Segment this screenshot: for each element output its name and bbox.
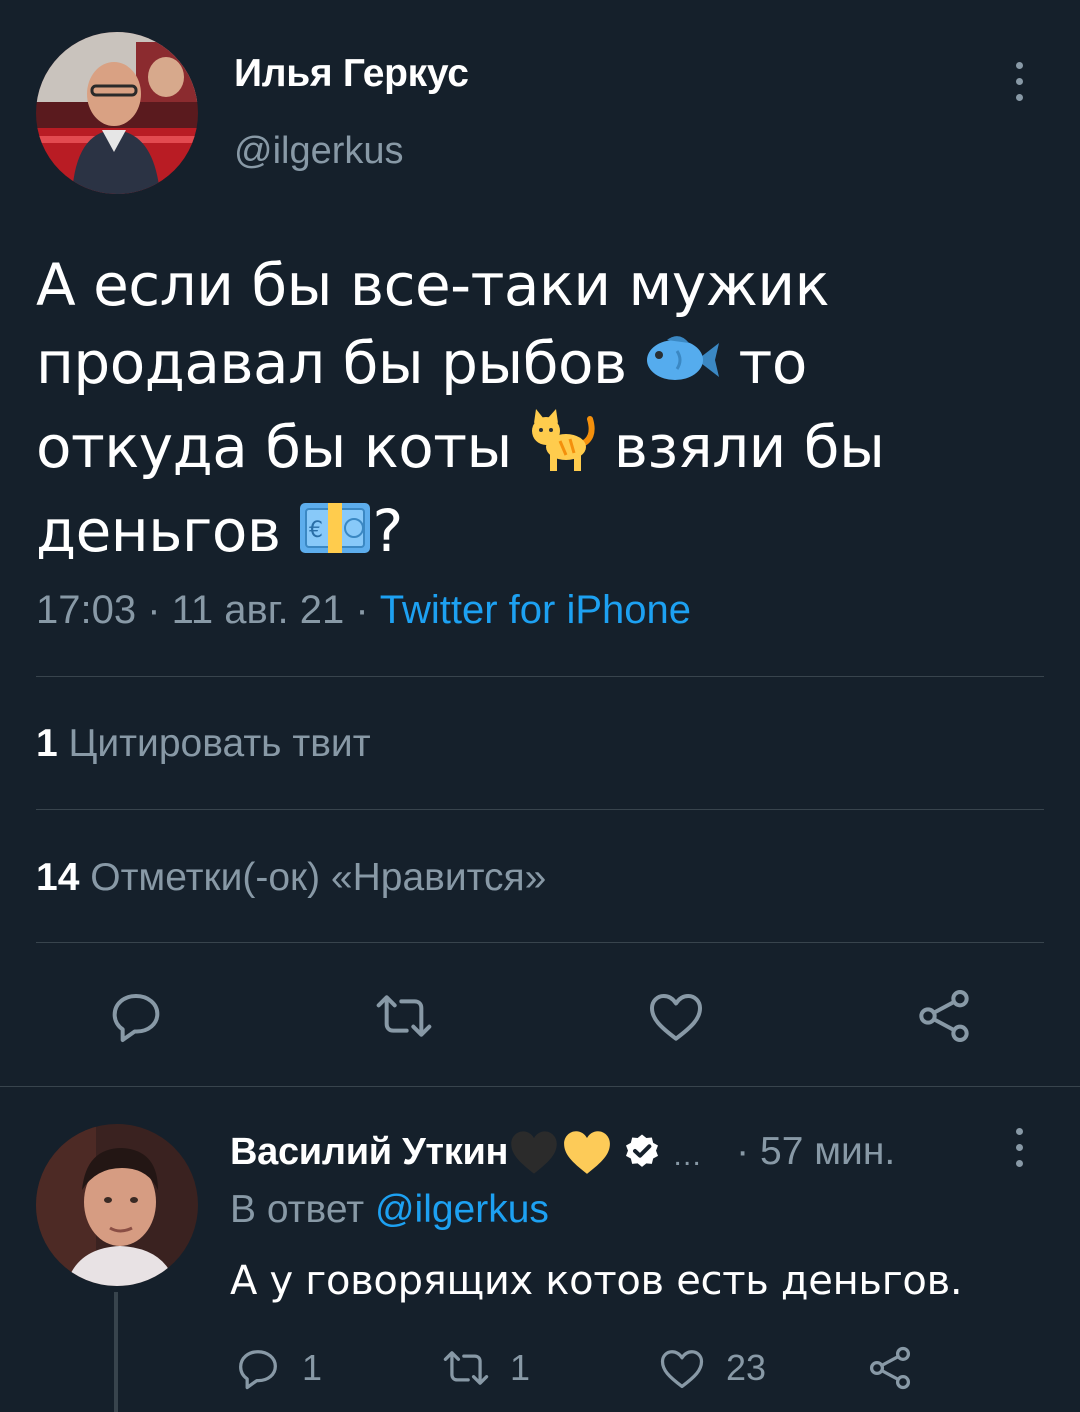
reply-icon [239,1350,277,1390]
more-options-icon[interactable] [1006,58,1034,106]
like-icon[interactable] [644,984,708,1048]
reply-share-button[interactable] [864,1340,934,1396]
reply-icon[interactable] [104,984,168,1048]
tweet-date: 11 авг. 21 [171,588,345,632]
divider [36,942,1044,943]
section-separator [0,1086,1080,1087]
like-count: 14 [36,856,80,899]
likes-stat[interactable]: 14 Отметки(-ок) «Нравится» [36,856,546,900]
tweet-text-line: деньгов € ? [36,492,1046,576]
author-name[interactable]: Илья Геркус [234,52,469,96]
tweet-text-line: А если бы все-таки мужик [36,251,830,319]
tweet-meta: 17:03 · 11 авг. 21 · Twitter for iPhone [36,588,691,633]
reply-header: Василий Уткин … · 57 мин. [230,1126,895,1178]
reply-author-name[interactable]: Василий Уткин [230,1131,508,1174]
tweet-text-line: продавал бы рыбов то [36,324,1046,408]
author-avatar[interactable] [36,32,198,194]
meta-separator: · [136,588,172,632]
reply-retweet-count: 1 [510,1347,531,1388]
reply-author-avatar[interactable] [36,1124,198,1286]
tweet-text-line: откуда бы коты взяли бы [36,408,1046,492]
svg-text:€: € [309,518,323,543]
like-icon [660,1350,704,1389]
reply-time: · 57 мин. [736,1130,896,1173]
author-handle[interactable]: @ilgerkus [234,130,404,173]
reply-to-mention-link[interactable]: @ilgerkus [375,1188,549,1231]
reply-text: А у говорящих котов есть деньгов. [230,1258,963,1304]
tweet-text: А если бы все-таки мужик продавал бы рыб… [36,246,1046,576]
yellow-heart-emoji [560,1128,614,1176]
reply-reply-count: 1 [302,1347,323,1388]
reply-retweet-button[interactable]: 1 [440,1340,530,1396]
tweet-time: 17:03 [36,588,137,632]
name-truncation: … [672,1139,703,1172]
share-icon [869,1346,911,1390]
verified-icon [622,1132,662,1172]
black-heart-emoji [508,1128,560,1176]
retweet-icon [443,1351,489,1385]
quote-tweets-stat[interactable]: 1 Цитировать твит [36,722,371,766]
reply-reply-button[interactable]: 1 [232,1340,322,1396]
retweet-icon[interactable] [372,984,436,1048]
quote-count: 1 [36,722,58,765]
replying-to: В ответ @ilgerkus [230,1188,549,1231]
thread-line [114,1292,118,1412]
share-icon[interactable] [912,984,976,1048]
quote-label: Цитировать твит [68,722,371,765]
reply-more-options-icon[interactable] [1006,1124,1034,1172]
meta-separator: · [344,588,380,632]
reply-like-count: 23 [726,1347,767,1388]
cat-emoji [530,409,596,492]
euro-banknote-emoji: € [298,498,372,576]
like-label: Отметки(-ок) «Нравится» [90,856,547,899]
tweet-source-link[interactable]: Twitter for iPhone [380,588,691,632]
divider [36,676,1044,677]
fish-emoji [645,330,721,408]
divider [36,809,1044,810]
reply-like-button[interactable]: 23 [656,1340,766,1396]
